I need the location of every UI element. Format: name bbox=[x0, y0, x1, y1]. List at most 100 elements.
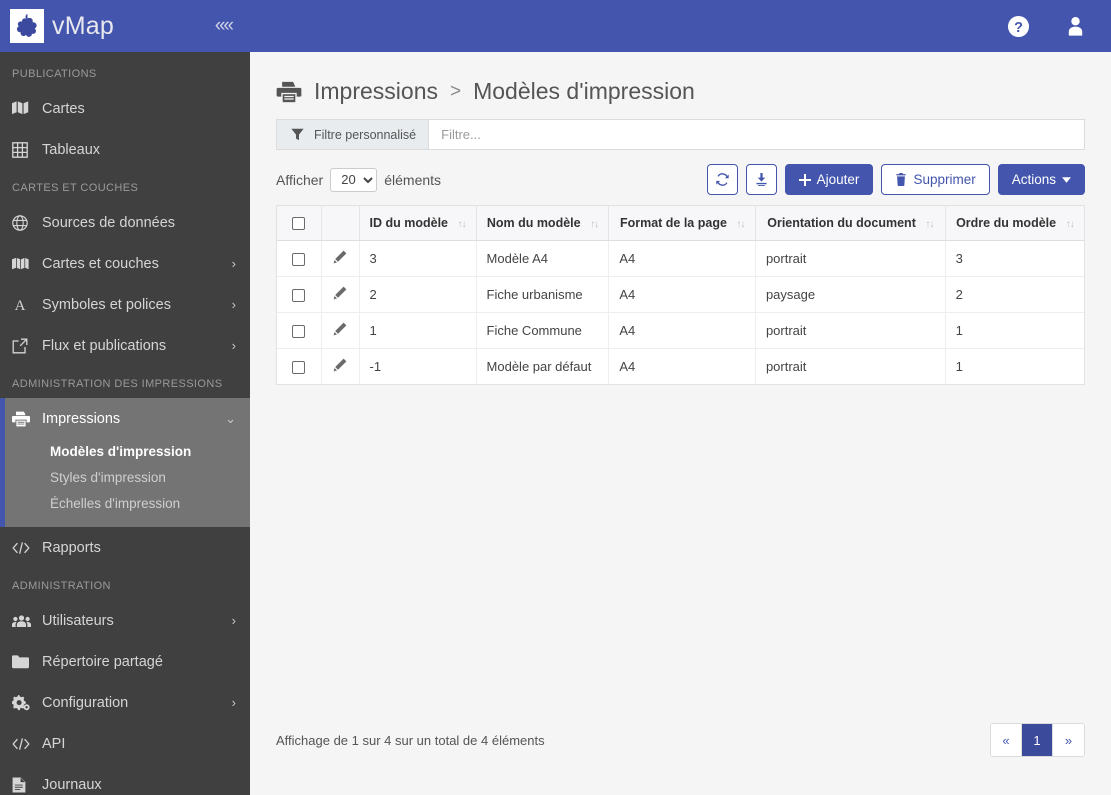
code-brackets-icon bbox=[12, 737, 42, 751]
code-brackets-icon bbox=[12, 541, 42, 555]
pagination-prev[interactable]: « bbox=[991, 724, 1022, 756]
column-header-id-du-modele[interactable]: ID du modèle ↑↓ bbox=[359, 206, 477, 242]
filter-input[interactable] bbox=[429, 120, 1084, 149]
top-header-bar: ? bbox=[250, 0, 1111, 52]
page-title: Impressions > Modèles d'impression bbox=[276, 78, 1085, 105]
pagination: « 1 » bbox=[990, 723, 1085, 757]
download-icon bbox=[754, 172, 769, 187]
sidebar-item-rapports[interactable]: Rapports bbox=[0, 527, 250, 568]
column-header-orientation-du-document[interactable]: Orientation du document ↑↓ bbox=[755, 206, 946, 242]
pagination-page-1[interactable]: 1 bbox=[1022, 724, 1053, 756]
elements-label: éléments bbox=[384, 171, 442, 188]
sidebar-collapse-button[interactable]: «« bbox=[215, 15, 236, 37]
chevron-right-icon: › bbox=[231, 256, 236, 271]
sidebar-item-configuration[interactable]: Configuration › bbox=[0, 682, 250, 723]
column-header-ordre-du-modele[interactable]: Ordre du modèle ↑↓ bbox=[945, 206, 1084, 242]
sort-icon[interactable]: ↑↓ bbox=[736, 219, 745, 230]
pagination-info: Affichage de 1 sur 4 sur un total de 4 é… bbox=[276, 732, 545, 748]
sidebar-item-flux-et-publications[interactable]: Flux et publications › bbox=[0, 325, 250, 366]
cell-format: A4 bbox=[608, 312, 756, 350]
sidebar-item-journaux[interactable]: Journaux bbox=[0, 764, 250, 795]
cell-nom: Fiche Commune bbox=[476, 312, 610, 350]
sidebar-section-publications: PUBLICATIONS bbox=[12, 68, 97, 80]
sort-icon[interactable]: ↑↓ bbox=[925, 219, 934, 230]
table-row[interactable]: 3 Modèle A4 A4 portrait 3 bbox=[277, 240, 1084, 278]
breadcrumb-parent[interactable]: Impressions bbox=[314, 78, 438, 105]
filter-bar: Filtre personnalisé bbox=[276, 119, 1085, 150]
pencil-edit-icon[interactable] bbox=[333, 322, 347, 336]
brand-name: vMap bbox=[52, 11, 114, 40]
page-length-select[interactable]: 20 bbox=[330, 167, 378, 192]
column-label: Ordre du modèle bbox=[956, 216, 1057, 231]
download-button[interactable] bbox=[745, 164, 777, 195]
row-select-cell bbox=[277, 240, 322, 278]
refresh-button[interactable] bbox=[706, 164, 738, 195]
add-button[interactable]: Ajouter bbox=[784, 164, 874, 195]
pencil-edit-icon[interactable] bbox=[333, 286, 347, 300]
custom-filter-button[interactable]: Filtre personnalisé bbox=[277, 120, 430, 149]
custom-filter-label: Filtre personnalisé bbox=[314, 127, 417, 142]
select-all-checkbox[interactable] bbox=[292, 217, 306, 231]
sort-icon[interactable]: ↑↓ bbox=[458, 219, 467, 230]
column-label: Orientation du document bbox=[767, 216, 916, 231]
font-letter-a-icon: A bbox=[12, 297, 42, 313]
funnel-filter-icon bbox=[291, 128, 304, 141]
column-header-nom-du-modele[interactable]: Nom du modèle ↑↓ bbox=[476, 206, 610, 242]
sidebar-item-sources-de-donnees[interactable]: Sources de données bbox=[0, 202, 250, 243]
table-row[interactable]: 2 Fiche urbanisme A4 paysage 2 bbox=[277, 276, 1084, 314]
sort-icon[interactable]: ↑↓ bbox=[590, 219, 599, 230]
sidebar-item-symboles-et-polices[interactable]: A Symboles et polices › bbox=[0, 284, 250, 325]
table-toolbar: Afficher 20 éléments Ajouter Supprimer A… bbox=[276, 164, 1085, 195]
row-checkbox[interactable] bbox=[292, 253, 306, 267]
cell-ordre: 1 bbox=[945, 312, 1084, 350]
sidebar-item-impressions[interactable]: Impressions ⌄ bbox=[0, 398, 250, 439]
sidebar-item-label: Répertoire partagé bbox=[42, 653, 163, 670]
pagination-next[interactable]: » bbox=[1053, 724, 1084, 756]
chevron-right-icon: › bbox=[231, 613, 236, 628]
sidebar-group-administration: Utilisateurs › Répertoire partagé Config… bbox=[0, 600, 250, 795]
toolbar-actions: Ajouter Supprimer Actions bbox=[706, 164, 1085, 195]
chevron-right-icon: › bbox=[231, 338, 236, 353]
printer-icon bbox=[12, 411, 42, 427]
table-row[interactable]: 1 Fiche Commune A4 portrait 1 bbox=[277, 312, 1084, 350]
sidebar-item-tableaux[interactable]: Tableaux bbox=[0, 129, 250, 170]
row-checkbox[interactable] bbox=[292, 289, 306, 303]
cell-orientation: portrait bbox=[755, 348, 946, 385]
pencil-edit-icon[interactable] bbox=[333, 250, 347, 264]
row-checkbox[interactable] bbox=[292, 325, 306, 339]
table-head: ID du modèle ↑↓ Nom du modèle ↑↓ Format … bbox=[277, 206, 1084, 242]
sidebar-subitem-modeles-d-impression[interactable]: Modèles d'impression bbox=[0, 439, 250, 465]
cell-orientation: portrait bbox=[755, 312, 946, 350]
sidebar-item-cartes-et-couches[interactable]: Cartes et couches › bbox=[0, 243, 250, 284]
sidebar-item-cartes[interactable]: Cartes bbox=[0, 88, 250, 129]
row-checkbox[interactable] bbox=[292, 361, 306, 375]
sidebar-item-label: Impressions bbox=[42, 410, 121, 427]
plus-icon bbox=[798, 173, 811, 186]
help-circle-icon[interactable]: ? bbox=[1007, 15, 1030, 38]
edit-column-header bbox=[321, 206, 360, 242]
column-label: Format de la page bbox=[619, 216, 727, 231]
table-grid-icon bbox=[12, 141, 42, 158]
sidebar-item-utilisateurs[interactable]: Utilisateurs › bbox=[0, 600, 250, 641]
sidebar-subitem-echelles-d-impression[interactable]: Échelles d'impression bbox=[0, 491, 250, 517]
row-select-cell bbox=[277, 312, 322, 350]
sidebar-item-repertoire-partage[interactable]: Répertoire partagé bbox=[0, 641, 250, 682]
column-label: Nom du modèle bbox=[486, 216, 581, 231]
sidebar-item-label: Tableaux bbox=[42, 141, 101, 158]
sidebar-subitem-styles-d-impression[interactable]: Styles d'impression bbox=[0, 465, 250, 491]
chevron-right-icon: › bbox=[231, 297, 236, 312]
pencil-edit-icon[interactable] bbox=[333, 358, 347, 372]
refresh-icon bbox=[715, 172, 730, 187]
sort-icon[interactable]: ↑↓ bbox=[1066, 219, 1075, 230]
delete-button[interactable]: Supprimer bbox=[881, 164, 990, 195]
actions-dropdown-button[interactable]: Actions bbox=[997, 164, 1085, 195]
actions-button-label: Actions bbox=[1011, 172, 1056, 187]
cell-ordre: 3 bbox=[945, 240, 1084, 278]
sidebar-item-api[interactable]: API bbox=[0, 723, 250, 764]
table-row[interactable]: -1 Modèle par défaut A4 portrait 1 bbox=[277, 348, 1084, 385]
user-account-icon[interactable] bbox=[1064, 14, 1087, 38]
column-header-format-de-la-page[interactable]: Format de la page ↑↓ bbox=[608, 206, 756, 242]
caret-down-icon bbox=[1062, 176, 1071, 183]
sidebar-item-label: API bbox=[42, 735, 66, 752]
globe-icon bbox=[12, 214, 42, 231]
